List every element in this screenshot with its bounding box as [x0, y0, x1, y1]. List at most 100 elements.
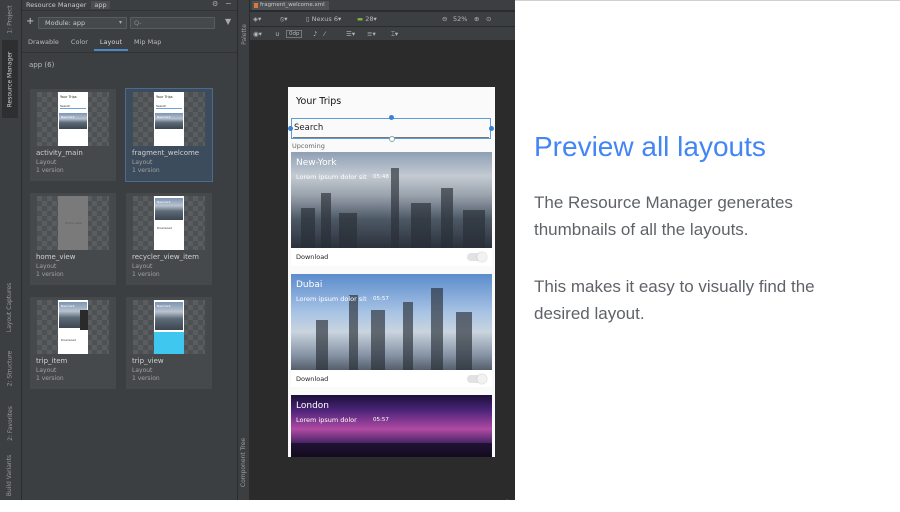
module-dropdown-label: Module: app: [45, 19, 86, 27]
tab-layout[interactable]: Layout: [93, 37, 128, 51]
trip-subtitle: Lorem ipsum dolor sit: [296, 295, 367, 303]
layout-thumbnail: Your Trips Search New-York: [37, 92, 109, 146]
app-tab[interactable]: app: [91, 1, 110, 9]
minimize-icon[interactable]: −: [225, 0, 232, 8]
left-tool-strip: 1: Project Resource Manager Layout Captu…: [0, 0, 22, 500]
top-handle[interactable]: [389, 115, 394, 120]
layout-versions: 1 version: [132, 167, 160, 174]
layout-editor: fragment_welcome.xml ◈▾ ⦸▾ ▯ Nexus 6▾ ▬ …: [250, 0, 515, 500]
layout-type: Layout: [36, 367, 57, 374]
skyline-building: [321, 193, 331, 248]
left-handle[interactable]: [288, 126, 293, 131]
component-tree-tool-tab[interactable]: Component Tree: [238, 430, 250, 494]
build-variants-tool-tab[interactable]: Build Variants: [2, 452, 18, 498]
bridge-silhouette: [291, 443, 492, 457]
zoom-fit-icon[interactable]: ⊙: [486, 15, 491, 23]
mini-preview: New-York Download: [58, 300, 88, 354]
layout-card-fragment-welcome[interactable]: Your Trips Search New-York fragment_welc…: [125, 88, 213, 182]
structure-tool-tab[interactable]: 2: Structure: [2, 344, 18, 392]
trip-time: 05:48: [373, 174, 389, 180]
layout-captures-tool-tab[interactable]: Layout Captures: [2, 276, 18, 338]
trip-city: New-York: [296, 158, 337, 168]
trip-card-london[interactable]: London Lorem ipsum dolor 05:57: [291, 395, 492, 457]
trip-city: London: [296, 401, 329, 411]
layout-versions: 1 version: [36, 375, 64, 382]
right-handle[interactable]: [489, 126, 494, 131]
android-icon: ▬: [357, 15, 364, 23]
zoom-out-icon[interactable]: ⊖: [442, 15, 447, 23]
mini-search: Search: [156, 104, 182, 109]
design-canvas: Your Trips Search Upcoming New-York Lore…: [250, 42, 515, 500]
group-label: app (6): [29, 61, 55, 69]
favorites-tool-tab[interactable]: 2: Favorites: [2, 398, 18, 448]
module-dropdown[interactable]: Module: app ▾: [38, 17, 127, 29]
mini-preview: Your Trips Search New-York: [154, 92, 184, 146]
tab-color[interactable]: Color: [65, 37, 94, 51]
add-resource-icon[interactable]: +: [26, 16, 34, 27]
orientation-icon[interactable]: ⦸▾: [280, 15, 288, 24]
resource-manager-tool-tab[interactable]: Resource Manager: [2, 40, 18, 118]
palette-tool-label: Palette: [240, 23, 248, 45]
mini-city: New-York: [61, 115, 75, 119]
layout-captures-tool-label: Layout Captures: [6, 282, 14, 332]
mini-city: New-York: [157, 304, 171, 308]
clear-constraints-icon[interactable]: ♪: [313, 30, 317, 38]
layout-thumbnail: Your Trips Search New-York: [133, 92, 205, 146]
layout-name: trip_view: [132, 357, 164, 365]
resize-handle-icon[interactable]: [494, 499, 508, 500]
tab-drawable[interactable]: Drawable: [22, 37, 65, 51]
layers-icon[interactable]: ◈▾: [253, 15, 261, 23]
project-tool-tab[interactable]: 1: Project: [2, 2, 18, 36]
layout-card-trip-view[interactable]: New-York trip_view Layout 1 version: [126, 297, 212, 389]
api-dropdown[interactable]: ▬ 28▾: [357, 15, 377, 23]
resource-manager-title: Resource Manager: [26, 1, 87, 9]
layout-versions: 1 version: [36, 167, 64, 174]
slide-title: Preview all layouts: [534, 131, 766, 162]
mini-download: Download: [61, 338, 76, 342]
device-dropdown[interactable]: ▯ Nexus 6▾: [306, 15, 341, 23]
mini-preview: Home view: [58, 196, 88, 250]
download-toggle[interactable]: [467, 252, 487, 262]
default-margin-field[interactable]: 0dp: [286, 30, 303, 38]
build-variants-tool-label: Build Variants: [6, 454, 14, 496]
layout-card-trip-item[interactable]: New-York Download trip_item Layout 1 ver…: [30, 297, 116, 389]
trip-time: 05:57: [373, 296, 389, 302]
palette-tool-tab[interactable]: Palette: [238, 16, 250, 52]
skyline-building: [316, 320, 328, 370]
structure-tool-label: 2: Structure: [6, 350, 14, 386]
layout-card-home-view[interactable]: Home view home_view Layout 1 version: [30, 193, 116, 285]
download-toggle[interactable]: [467, 374, 487, 384]
eye-icon[interactable]: ◉▾: [253, 30, 262, 38]
project-tool-label: 1: Project: [6, 4, 14, 34]
file-tab[interactable]: fragment_welcome.xml: [252, 1, 329, 10]
gear-icon[interactable]: ⚙: [212, 0, 218, 8]
slide-paragraph-2: This makes it easy to visually find the …: [534, 277, 815, 323]
magnet-icon[interactable]: ∪: [275, 30, 280, 38]
bottom-handle[interactable]: [389, 136, 395, 142]
layout-name: home_view: [36, 253, 76, 261]
trip-card-dubai[interactable]: Dubai Lorem ipsum dolor sit 05:57 Downlo…: [291, 274, 492, 387]
editor-toolbar: ◈▾ ⦸▾ ▯ Nexus 6▾ ▬ 28▾ ⊖ 52% ⊕ ⊙: [250, 12, 515, 26]
component-tree-tool-label: Component Tree: [240, 437, 248, 487]
trip-card-new-york[interactable]: New-York Lorem ipsum dolor sit 05:48 Dow…: [291, 152, 492, 266]
mini-city: New-York: [157, 200, 171, 204]
filter-icon[interactable]: ▼: [225, 17, 231, 26]
zoom-in-icon[interactable]: ⊕: [474, 15, 479, 23]
mini-title: Your Trips: [156, 95, 173, 99]
trip-subtitle: Lorem ipsum dolor sit: [296, 173, 367, 181]
slide-paragraph-1: The Resource Manager generates thumbnail…: [534, 193, 793, 239]
infer-constraints-icon[interactable]: ⁄: [324, 30, 325, 38]
trip-subtitle: Lorem ipsum dolor: [296, 416, 357, 424]
layout-name: fragment_welcome: [132, 149, 200, 157]
skyline-building: [441, 188, 453, 248]
layout-type: Layout: [132, 367, 153, 374]
guidelines-icon[interactable]: ☰▾: [346, 30, 355, 38]
baseline-icon[interactable]: ⌶▾: [391, 30, 398, 39]
resource-search-input[interactable]: Q-: [130, 17, 215, 29]
align-icon[interactable]: ≡▾: [367, 30, 376, 38]
layout-card-activity-main[interactable]: Your Trips Search New-York activity_main…: [30, 89, 116, 181]
divider: [22, 52, 237, 53]
layout-type: Layout: [36, 159, 57, 166]
layout-card-recycler-view-item[interactable]: New-York Download recycler_view_item Lay…: [126, 193, 212, 285]
tab-mip-map[interactable]: Mip Map: [128, 37, 167, 51]
